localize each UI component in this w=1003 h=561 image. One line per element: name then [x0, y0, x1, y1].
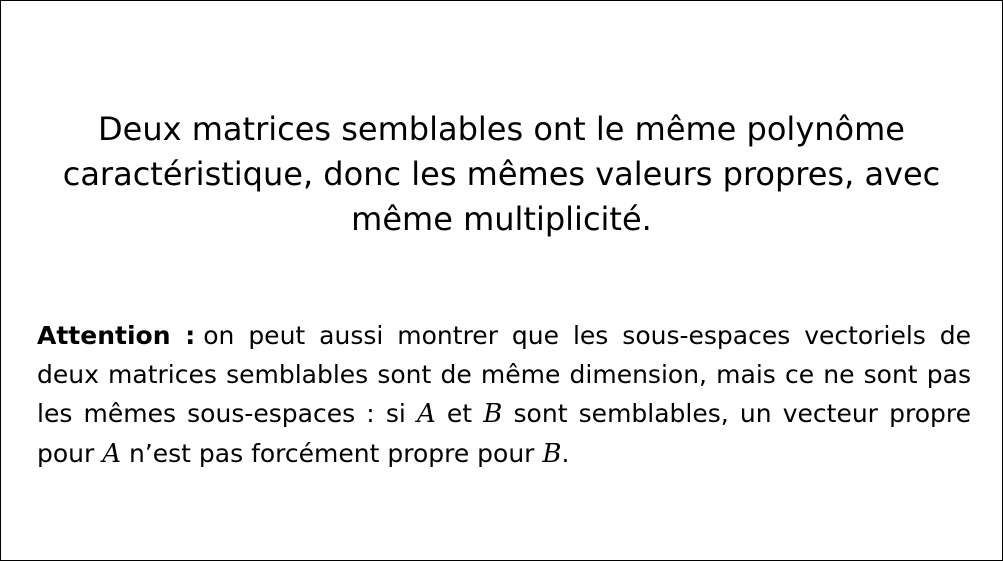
attention-label: Attention :	[37, 321, 196, 350]
main-statement: Deux matrices semblables ont le même pol…	[62, 110, 941, 238]
math-var-b: B	[483, 399, 503, 429]
attention-note: Attention : on peut aussi montrer que les…	[37, 316, 971, 474]
slide: Deux matrices semblables ont le même pol…	[0, 0, 1003, 561]
note-text-5: .	[561, 439, 570, 468]
note-text-4: n’est pas forcément propre pour	[121, 439, 543, 468]
math-var-b-second: B	[542, 439, 562, 469]
math-var-a: A	[416, 399, 436, 429]
note-text-2: et	[435, 399, 484, 428]
math-var-a-second: A	[102, 439, 122, 469]
